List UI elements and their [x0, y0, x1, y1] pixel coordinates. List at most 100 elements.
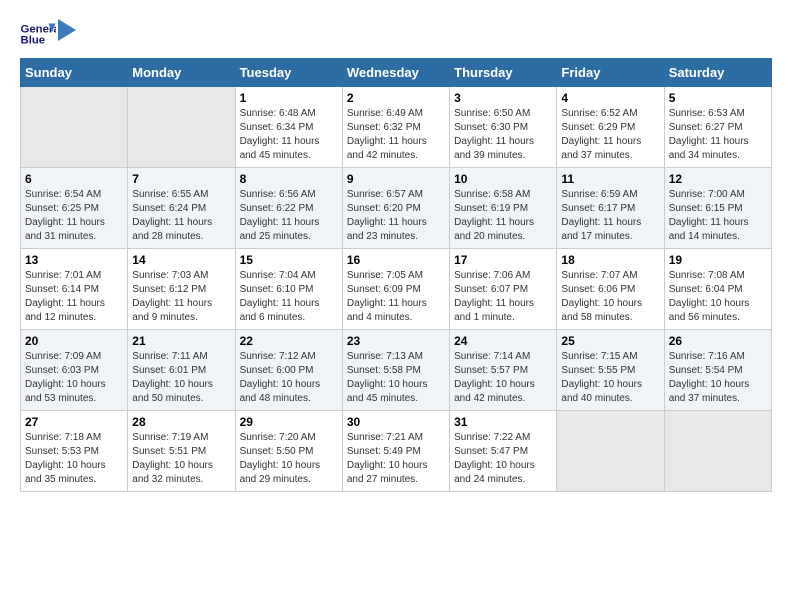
day-info: Sunrise: 7:11 AM Sunset: 6:01 PM Dayligh…	[132, 350, 230, 406]
day-info: Sunrise: 6:56 AM Sunset: 6:22 PM Dayligh…	[240, 188, 338, 244]
day-info: Sunrise: 7:14 AM Sunset: 5:57 PM Dayligh…	[454, 350, 552, 406]
day-number: 15	[240, 253, 338, 267]
calendar-cell: 17 Sunrise: 7:06 AM Sunset: 6:07 PM Dayli…	[450, 249, 557, 330]
logo: General Blue	[20, 20, 76, 48]
day-number: 27	[25, 415, 123, 429]
day-info: Sunrise: 7:15 AM Sunset: 5:55 PM Dayligh…	[561, 350, 659, 406]
day-header-wednesday: Wednesday	[342, 59, 449, 87]
calendar-cell: 5 Sunrise: 6:53 AM Sunset: 6:27 PM Daylig…	[664, 87, 771, 168]
day-info: Sunrise: 6:49 AM Sunset: 6:32 PM Dayligh…	[347, 107, 445, 163]
calendar-cell	[664, 411, 771, 492]
day-number: 5	[669, 91, 767, 105]
calendar-cell: 25Sunrise: 7:15 AM Sunset: 5:55 PM Dayli…	[557, 330, 664, 411]
calendar-cell: 27 Sunrise: 7:18 AM Sunset: 5:53 PM Dayli…	[21, 411, 128, 492]
calendar-cell	[128, 87, 235, 168]
calendar-cell: 28 Sunrise: 7:19 AM Sunset: 5:51 PM Dayli…	[128, 411, 235, 492]
calendar-cell: 15 Sunrise: 7:04 AM Sunset: 6:10 PM Dayli…	[235, 249, 342, 330]
calendar-cell: 9Sunrise: 6:57 AM Sunset: 6:20 PM Daylig…	[342, 168, 449, 249]
day-header-thursday: Thursday	[450, 59, 557, 87]
day-info: Sunrise: 7:06 AM Sunset: 6:07 PM Dayligh…	[454, 269, 552, 325]
day-number: 26	[669, 334, 767, 348]
day-info: Sunrise: 7:12 AM Sunset: 6:00 PM Dayligh…	[240, 350, 338, 406]
calendar-cell: 16 Sunrise: 7:05 AM Sunset: 6:09 PM Dayli…	[342, 249, 449, 330]
day-number: 19	[669, 253, 767, 267]
day-info: Sunrise: 7:20 AM Sunset: 5:50 PM Dayligh…	[240, 431, 338, 487]
calendar-cell: 12Sunrise: 7:00 AM Sunset: 6:15 PM Dayli…	[664, 168, 771, 249]
day-info: Sunrise: 7:01 AM Sunset: 6:14 PM Dayligh…	[25, 269, 123, 325]
calendar-cell: 24 Sunrise: 7:14 AM Sunset: 5:57 PM Dayli…	[450, 330, 557, 411]
day-info: Sunrise: 7:05 AM Sunset: 6:09 PM Dayligh…	[347, 269, 445, 325]
calendar-cell: 4 Sunrise: 6:52 AM Sunset: 6:29 PM Daylig…	[557, 87, 664, 168]
calendar-week-row: 27 Sunrise: 7:18 AM Sunset: 5:53 PM Dayli…	[21, 411, 772, 492]
day-number: 28	[132, 415, 230, 429]
day-header-saturday: Saturday	[664, 59, 771, 87]
day-header-sunday: Sunday	[21, 59, 128, 87]
day-info: Sunrise: 6:53 AM Sunset: 6:27 PM Dayligh…	[669, 107, 767, 163]
day-info: Sunrise: 7:08 AM Sunset: 6:04 PM Dayligh…	[669, 269, 767, 325]
day-number: 13	[25, 253, 123, 267]
calendar-cell: 3 Sunrise: 6:50 AM Sunset: 6:30 PM Daylig…	[450, 87, 557, 168]
day-number: 8	[240, 172, 338, 186]
calendar-cell: 21 Sunrise: 7:11 AM Sunset: 6:01 PM Dayli…	[128, 330, 235, 411]
calendar-cell: 23 Sunrise: 7:13 AM Sunset: 5:58 PM Dayli…	[342, 330, 449, 411]
day-number: 24	[454, 334, 552, 348]
svg-text:Blue: Blue	[21, 35, 46, 47]
calendar-week-row: 20Sunrise: 7:09 AM Sunset: 6:03 PM Dayli…	[21, 330, 772, 411]
day-number: 3	[454, 91, 552, 105]
calendar-cell: 19 Sunrise: 7:08 AM Sunset: 6:04 PM Dayli…	[664, 249, 771, 330]
day-number: 7	[132, 172, 230, 186]
day-info: Sunrise: 6:50 AM Sunset: 6:30 PM Dayligh…	[454, 107, 552, 163]
day-number: 2	[347, 91, 445, 105]
day-number: 21	[132, 334, 230, 348]
day-number: 6	[25, 172, 123, 186]
day-number: 16	[347, 253, 445, 267]
calendar-cell: 2 Sunrise: 6:49 AM Sunset: 6:32 PM Daylig…	[342, 87, 449, 168]
calendar-cell: 14Sunrise: 7:03 AM Sunset: 6:12 PM Dayli…	[128, 249, 235, 330]
day-info: Sunrise: 6:58 AM Sunset: 6:19 PM Dayligh…	[454, 188, 552, 244]
calendar-cell: 10Sunrise: 6:58 AM Sunset: 6:19 PM Dayli…	[450, 168, 557, 249]
day-number: 12	[669, 172, 767, 186]
calendar-cell: 30Sunrise: 7:21 AM Sunset: 5:49 PM Dayli…	[342, 411, 449, 492]
calendar-cell: 18Sunrise: 7:07 AM Sunset: 6:06 PM Dayli…	[557, 249, 664, 330]
calendar-week-row: 1 Sunrise: 6:48 AM Sunset: 6:34 PM Daylig…	[21, 87, 772, 168]
day-number: 17	[454, 253, 552, 267]
day-number: 11	[561, 172, 659, 186]
day-header-monday: Monday	[128, 59, 235, 87]
day-number: 1	[240, 91, 338, 105]
calendar-header-row: SundayMondayTuesdayWednesdayThursdayFrid…	[21, 59, 772, 87]
day-info: Sunrise: 7:18 AM Sunset: 5:53 PM Dayligh…	[25, 431, 123, 487]
day-info: Sunrise: 7:09 AM Sunset: 6:03 PM Dayligh…	[25, 350, 123, 406]
day-info: Sunrise: 6:55 AM Sunset: 6:24 PM Dayligh…	[132, 188, 230, 244]
calendar-cell: 13 Sunrise: 7:01 AM Sunset: 6:14 PM Dayli…	[21, 249, 128, 330]
day-number: 22	[240, 334, 338, 348]
page-header: General Blue	[20, 20, 772, 48]
day-info: Sunrise: 6:54 AM Sunset: 6:25 PM Dayligh…	[25, 188, 123, 244]
calendar-cell	[21, 87, 128, 168]
day-info: Sunrise: 7:04 AM Sunset: 6:10 PM Dayligh…	[240, 269, 338, 325]
day-info: Sunrise: 7:13 AM Sunset: 5:58 PM Dayligh…	[347, 350, 445, 406]
day-number: 30	[347, 415, 445, 429]
day-info: Sunrise: 7:22 AM Sunset: 5:47 PM Dayligh…	[454, 431, 552, 487]
calendar-cell	[557, 411, 664, 492]
day-info: Sunrise: 6:57 AM Sunset: 6:20 PM Dayligh…	[347, 188, 445, 244]
day-number: 29	[240, 415, 338, 429]
calendar-week-row: 13 Sunrise: 7:01 AM Sunset: 6:14 PM Dayli…	[21, 249, 772, 330]
calendar-cell: 6 Sunrise: 6:54 AM Sunset: 6:25 PM Daylig…	[21, 168, 128, 249]
calendar-cell: 11 Sunrise: 6:59 AM Sunset: 6:17 PM Dayli…	[557, 168, 664, 249]
day-info: Sunrise: 6:52 AM Sunset: 6:29 PM Dayligh…	[561, 107, 659, 163]
day-info: Sunrise: 7:19 AM Sunset: 5:51 PM Dayligh…	[132, 431, 230, 487]
day-number: 18	[561, 253, 659, 267]
calendar-cell: 20Sunrise: 7:09 AM Sunset: 6:03 PM Dayli…	[21, 330, 128, 411]
day-info: Sunrise: 7:16 AM Sunset: 5:54 PM Dayligh…	[669, 350, 767, 406]
calendar-cell: 7 Sunrise: 6:55 AM Sunset: 6:24 PM Daylig…	[128, 168, 235, 249]
logo-chevron-icon	[58, 19, 76, 41]
day-number: 23	[347, 334, 445, 348]
day-info: Sunrise: 6:48 AM Sunset: 6:34 PM Dayligh…	[240, 107, 338, 163]
day-number: 4	[561, 91, 659, 105]
day-header-friday: Friday	[557, 59, 664, 87]
calendar-cell: 1 Sunrise: 6:48 AM Sunset: 6:34 PM Daylig…	[235, 87, 342, 168]
calendar-cell: 31Sunrise: 7:22 AM Sunset: 5:47 PM Dayli…	[450, 411, 557, 492]
logo-icon: General Blue	[20, 20, 56, 48]
calendar-cell: 8 Sunrise: 6:56 AM Sunset: 6:22 PM Daylig…	[235, 168, 342, 249]
day-info: Sunrise: 6:59 AM Sunset: 6:17 PM Dayligh…	[561, 188, 659, 244]
